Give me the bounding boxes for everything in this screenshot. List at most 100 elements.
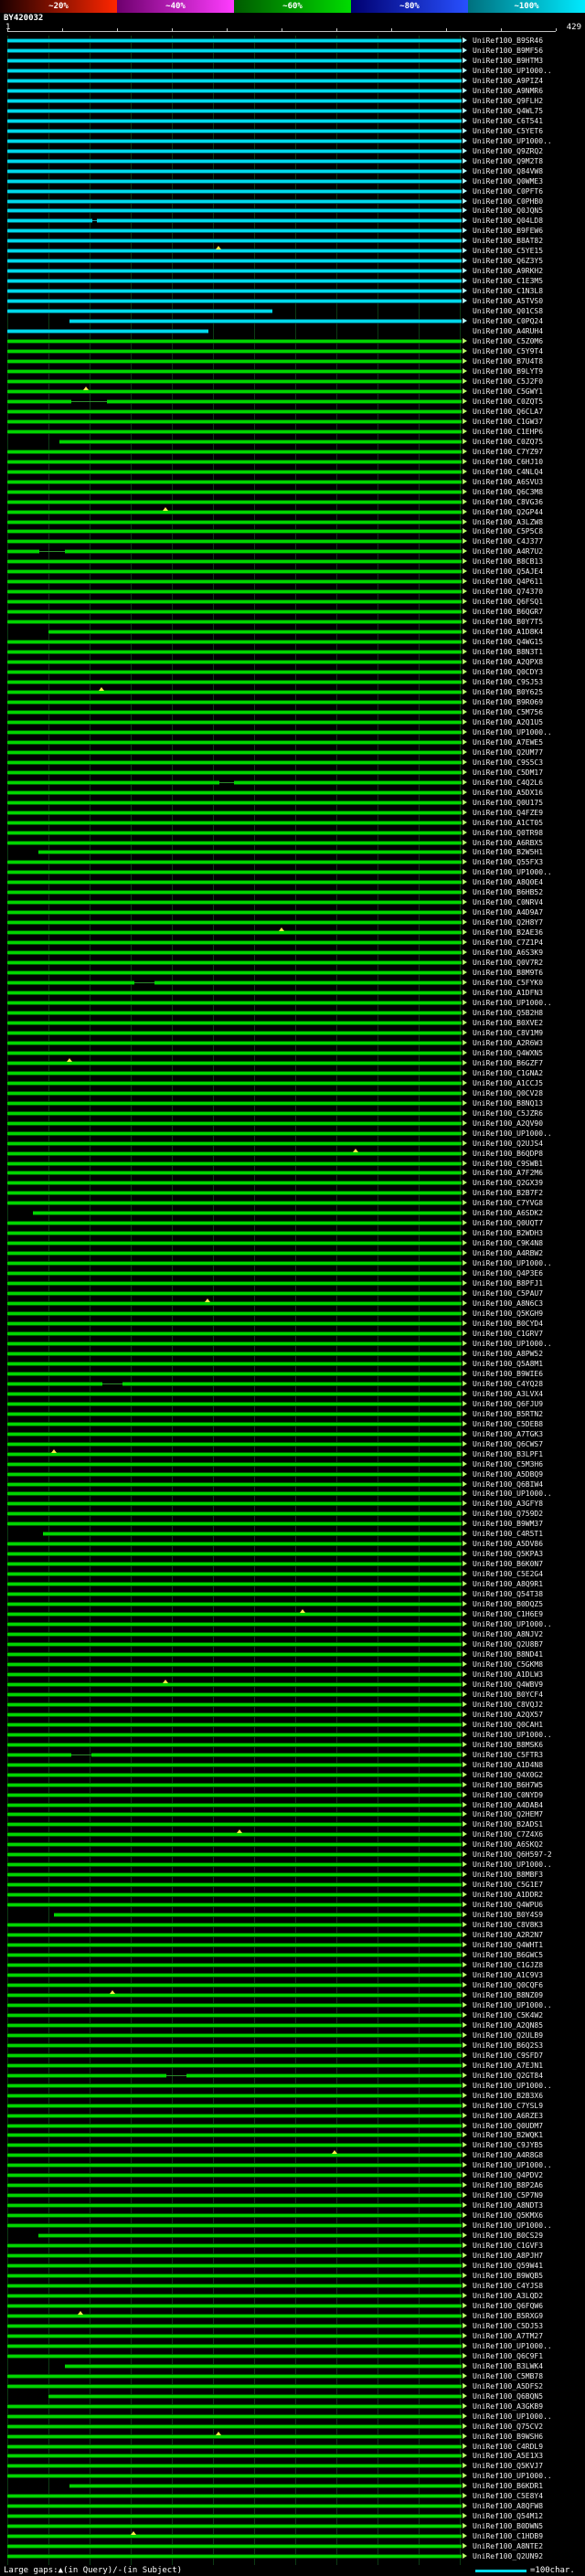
hit-row[interactable]: UniRef100_A7EJN1 [0,2061,585,2071]
hit-row[interactable]: UniRef100_C7Z1P4 [0,938,585,948]
hit-row[interactable]: UniRef100_C8VG36 [0,497,585,507]
hit-row[interactable]: UniRef100_Q759D2 [0,1509,585,1519]
hit-row[interactable]: UniRef100_Q5KMX6 [0,2210,585,2221]
hit-row[interactable]: UniRef100_Q0U175 [0,798,585,808]
hit-row[interactable]: UniRef100_C1N3L8 [0,286,585,296]
hit-row[interactable]: UniRef100_A4DAB4 [0,1800,585,1810]
hit-row[interactable]: UniRef100_B2B3X6 [0,2091,585,2101]
hit-row[interactable]: UniRef100_A6RBX5 [0,838,585,848]
hit-row[interactable]: UniRef100_A5DV86 [0,1539,585,1549]
hit-row[interactable]: UniRef100_C1GJZ8 [0,1960,585,1970]
hit-row[interactable]: UniRef100_B8NZ09 [0,1989,585,2000]
hit-row[interactable]: UniRef100_C4J377 [0,536,585,546]
hit-row[interactable]: UniRef100_B6QGR7 [0,607,585,617]
hit-row[interactable]: UniRef100_C0NRV4 [0,897,585,907]
hit-row[interactable]: UniRef100_Q55FX3 [0,857,585,867]
hit-row[interactable]: UniRef100_Q2GP44 [0,506,585,517]
hit-row[interactable]: UniRef100_C5P7N9 [0,2190,585,2200]
hit-row[interactable]: UniRef100_A1D4N8 [0,1760,585,1770]
hit-row[interactable]: UniRef100_C5K4W2 [0,2010,585,2020]
hit-row[interactable]: UniRef100_B6KDR1 [0,2481,585,2491]
hit-row[interactable]: UniRef100_B8MSK6 [0,1740,585,1750]
hit-row[interactable]: UniRef100_A5DBQ9 [0,1469,585,1479]
hit-row[interactable]: UniRef100_C5YE15 [0,246,585,256]
hit-row[interactable]: UniRef100_A3LQD2 [0,2291,585,2301]
hit-row[interactable]: UniRef100_C1E3M5 [0,276,585,286]
hit-row[interactable]: UniRef100_A1DFN3 [0,988,585,998]
hit-row[interactable]: UniRef100_B9R069 [0,697,585,707]
hit-row[interactable]: UniRef100_Q59W41 [0,2261,585,2271]
hit-row[interactable]: UniRef100_UP1000.. [0,1258,585,1268]
hit-row[interactable]: UniRef100_UP1000.. [0,867,585,877]
hit-row[interactable]: UniRef100_C1GRV7 [0,1329,585,1339]
hit-row[interactable]: UniRef100_UP1000.. [0,66,585,76]
hit-row[interactable]: UniRef100_B0YCF4 [0,1690,585,1700]
hit-row[interactable]: UniRef100_C5G1E7 [0,1880,585,1890]
hit-row[interactable]: UniRef100_A7TM27 [0,2331,585,2341]
hit-row[interactable]: UniRef100_C5YET6 [0,126,585,136]
hit-row[interactable]: UniRef100_UP1000.. [0,727,585,737]
hit-row[interactable]: UniRef100_Q6CLA7 [0,407,585,417]
hit-row[interactable]: UniRef100_C4RDL9 [0,2442,585,2452]
hit-row[interactable]: UniRef100_B9SR46 [0,36,585,46]
hit-row[interactable]: UniRef100_A4R7U2 [0,546,585,557]
hit-row[interactable]: UniRef100_Q4WL75 [0,106,585,116]
hit-row[interactable]: UniRef100_Q4FZE9 [0,808,585,818]
hit-row[interactable]: UniRef100_C5E2G4 [0,1569,585,1579]
hit-row[interactable]: UniRef100_C5DJ53 [0,2321,585,2331]
hit-row[interactable]: UniRef100_Q9FLH2 [0,96,585,106]
hit-row[interactable]: UniRef100_UP1000.. [0,2081,585,2091]
hit-row[interactable]: UniRef100_C7Z4X6 [0,1829,585,1839]
hit-row[interactable]: UniRef100_Q9ZRQ2 [0,146,585,156]
hit-row[interactable]: UniRef100_A1C9V3 [0,1970,585,1980]
hit-row[interactable]: UniRef100_A4R8G8 [0,2150,585,2160]
hit-row[interactable]: UniRef100_Q5KGH9 [0,1309,585,1319]
hit-row[interactable]: UniRef100_C7YSL9 [0,2101,585,2111]
hit-row[interactable]: UniRef100_C5DEB8 [0,1419,585,1429]
hit-row[interactable]: UniRef100_UP1000.. [0,2000,585,2010]
hit-row[interactable]: UniRef100_A8PJH7 [0,2251,585,2261]
hit-row[interactable]: UniRef100_C5MB78 [0,2371,585,2381]
hit-row[interactable]: UniRef100_Q2UM77 [0,747,585,758]
hit-row[interactable]: UniRef100_B9WIE6 [0,1369,585,1379]
hit-row[interactable]: UniRef100_C5PAU7 [0,1288,585,1299]
hit-row[interactable]: UniRef100_Q4X0G2 [0,1770,585,1780]
hit-row[interactable]: UniRef100_A1CT05 [0,818,585,828]
hit-row[interactable]: UniRef100_A4RBW2 [0,1248,585,1258]
hit-row[interactable]: UniRef100_Q2UJS4 [0,1139,585,1149]
hit-row[interactable]: UniRef100_Q0CV28 [0,1088,585,1098]
hit-row[interactable]: UniRef100_A1D8K4 [0,627,585,637]
hit-row[interactable]: UniRef100_A1CCJ5 [0,1078,585,1088]
hit-row[interactable]: UniRef100_A1DDR2 [0,1890,585,1900]
hit-row[interactable]: UniRef100_C9SJ53 [0,677,585,687]
hit-row[interactable]: UniRef100_C5FYK0 [0,978,585,988]
hit-row[interactable]: UniRef100_C5DM17 [0,768,585,778]
hit-row[interactable]: UniRef100_Q6C3M8 [0,487,585,497]
hit-row[interactable]: UniRef100_B2B7F2 [0,1188,585,1198]
hit-row[interactable]: UniRef100_A2R2N7 [0,1930,585,1940]
hit-row[interactable]: UniRef100_B2WDH3 [0,1228,585,1238]
hit-row[interactable]: UniRef100_B0Y4S9 [0,1910,585,1920]
hit-row[interactable]: UniRef100_UP1000.. [0,1730,585,1740]
hit-row[interactable]: UniRef100_Q75CV2 [0,2422,585,2432]
hit-row[interactable]: UniRef100_C6T541 [0,116,585,126]
hit-row[interactable]: UniRef100_C7YZ97 [0,447,585,457]
hit-row[interactable]: UniRef100_Q2HEM7 [0,1809,585,1819]
hit-row[interactable]: UniRef100_A2Q1U5 [0,717,585,727]
hit-row[interactable]: UniRef100_C4Q2L6 [0,778,585,788]
hit-row[interactable]: UniRef100_C5Y9T4 [0,346,585,356]
hit-row[interactable]: UniRef100_Q4PDV2 [0,2170,585,2180]
hit-row[interactable]: UniRef100_Q6FQW6 [0,2301,585,2311]
hit-row[interactable]: UniRef100_Q5AJE4 [0,567,585,577]
hit-row[interactable]: UniRef100_A6RZE3 [0,2111,585,2121]
hit-row[interactable]: UniRef100_C5GKM8 [0,1659,585,1670]
hit-row[interactable]: UniRef100_UP1000.. [0,2471,585,2481]
hit-row[interactable]: UniRef100_Q6Z3Y5 [0,256,585,266]
hit-row[interactable]: UniRef100_C4NLQ4 [0,467,585,477]
hit-row[interactable]: UniRef100_Q0CDY3 [0,667,585,677]
hit-row[interactable]: UniRef100_C4YQ28 [0,1379,585,1389]
hit-row[interactable]: UniRef100_C9JYB5 [0,2140,585,2150]
hit-row[interactable]: UniRef100_Q4P3E6 [0,1268,585,1278]
hit-row[interactable]: UniRef100_A6SKQ2 [0,1839,585,1850]
hit-row[interactable]: UniRef100_B6Q2S3 [0,2041,585,2051]
